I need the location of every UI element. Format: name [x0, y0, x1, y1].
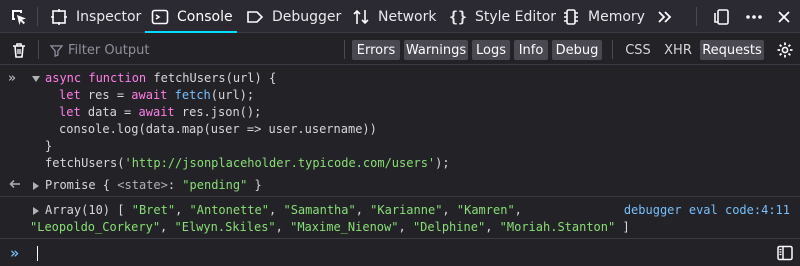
- filter-logs-button[interactable]: Logs: [472, 40, 510, 60]
- tab-memory[interactable]: Memory: [560, 0, 645, 33]
- toolbar-divider: [37, 7, 38, 26]
- tab-console[interactable]: Console: [145, 0, 237, 33]
- console-input-message: » async function fetchUsers(url) { let r…: [0, 66, 800, 174]
- filter-warnings-button[interactable]: Warnings: [404, 40, 468, 60]
- settings-gear-icon[interactable]: [772, 34, 798, 65]
- console-output: » async function fetchUsers(url) { let r…: [0, 66, 800, 238]
- tab-debugger[interactable]: Debugger: [244, 0, 341, 33]
- code-line: fetchUsers('http://jsonplaceholder.typic…: [45, 156, 450, 170]
- tab-inspector[interactable]: Inspector: [48, 0, 141, 33]
- console-input-bar[interactable]: »: [0, 238, 800, 266]
- collapse-toggle-icon[interactable]: [32, 76, 40, 82]
- code-line: console.log(data.map(user => user.userna…: [59, 122, 377, 136]
- filter-xhr-button[interactable]: XHR: [660, 40, 696, 60]
- tab-label: Inspector: [76, 8, 142, 25]
- style-editor-icon: {}: [448, 7, 468, 26]
- double-chevron-right-icon[interactable]: [651, 0, 679, 33]
- filter-info-button[interactable]: Info: [514, 40, 548, 60]
- code-line: async function fetchUsers(url) {: [45, 71, 277, 85]
- tab-label: Style Editor: [475, 8, 557, 25]
- console-icon: [149, 6, 171, 28]
- devtools-toolbar: Inspector Console Debugger Network {} St…: [0, 0, 800, 33]
- element-picker-icon[interactable]: [4, 0, 34, 33]
- tab-label: Debugger: [272, 8, 342, 25]
- tab-network[interactable]: Network: [350, 0, 436, 33]
- tab-label: Network: [378, 8, 437, 25]
- input-prompt-chevron-icon: »: [10, 244, 20, 262]
- trash-icon[interactable]: [6, 34, 32, 65]
- expand-toggle-icon[interactable]: [33, 182, 39, 190]
- filter-debug-button[interactable]: Debug: [552, 40, 602, 60]
- filter-divider: [344, 40, 345, 59]
- memory-icon: [560, 6, 582, 28]
- promise-result[interactable]: Promise { <state>: "pending" }: [45, 177, 262, 194]
- filter-divider: [612, 40, 613, 59]
- result-arrow-icon: [8, 177, 22, 196]
- input-chevron-icon: »: [8, 71, 16, 86]
- array-log-line-1[interactable]: Array(10) [ "Bret", "Antonette", "Samant…: [45, 202, 522, 219]
- responsive-design-icon[interactable]: [710, 0, 734, 33]
- filter-output-input[interactable]: [68, 42, 328, 58]
- console-result-message: Promise { <state>: "pending" }: [0, 174, 800, 198]
- close-icon[interactable]: [772, 0, 796, 33]
- console-log-message: Array(10) [ "Bret", "Antonette", "Samant…: [0, 198, 800, 238]
- filter-css-button[interactable]: CSS: [620, 40, 656, 60]
- expand-toggle-icon[interactable]: [33, 207, 39, 215]
- filter-output-field[interactable]: [50, 39, 340, 61]
- code-line: }: [45, 139, 53, 153]
- inspector-icon: [48, 6, 70, 28]
- code-line: let res = await fetch(url);: [59, 88, 255, 102]
- tab-label: Memory: [588, 8, 645, 25]
- message-divider: [0, 196, 800, 197]
- tab-label: Console: [177, 8, 233, 25]
- console-filter-bar: Errors Warnings Logs Info Debug CSS XHR …: [0, 34, 800, 65]
- more-menu-icon[interactable]: [742, 0, 766, 33]
- debugger-icon: [244, 6, 266, 28]
- split-console-icon[interactable]: [772, 239, 798, 266]
- toolbar-divider: [696, 7, 697, 26]
- tab-style-editor[interactable]: {} Style Editor: [447, 0, 556, 33]
- array-log-line-2[interactable]: "Leopoldo_Corkery", "Elwyn.Skiles", "Max…: [30, 219, 630, 236]
- filter-requests-button[interactable]: Requests: [700, 40, 764, 60]
- code-line: let data = await res.json();: [59, 105, 262, 119]
- filter-divider: [38, 40, 39, 59]
- text-cursor: [37, 246, 38, 261]
- source-location-link[interactable]: debugger eval code:4:11: [624, 202, 790, 219]
- filter-errors-button[interactable]: Errors: [352, 40, 400, 60]
- filter-funnel-icon: [50, 44, 63, 57]
- network-icon: [350, 6, 372, 28]
